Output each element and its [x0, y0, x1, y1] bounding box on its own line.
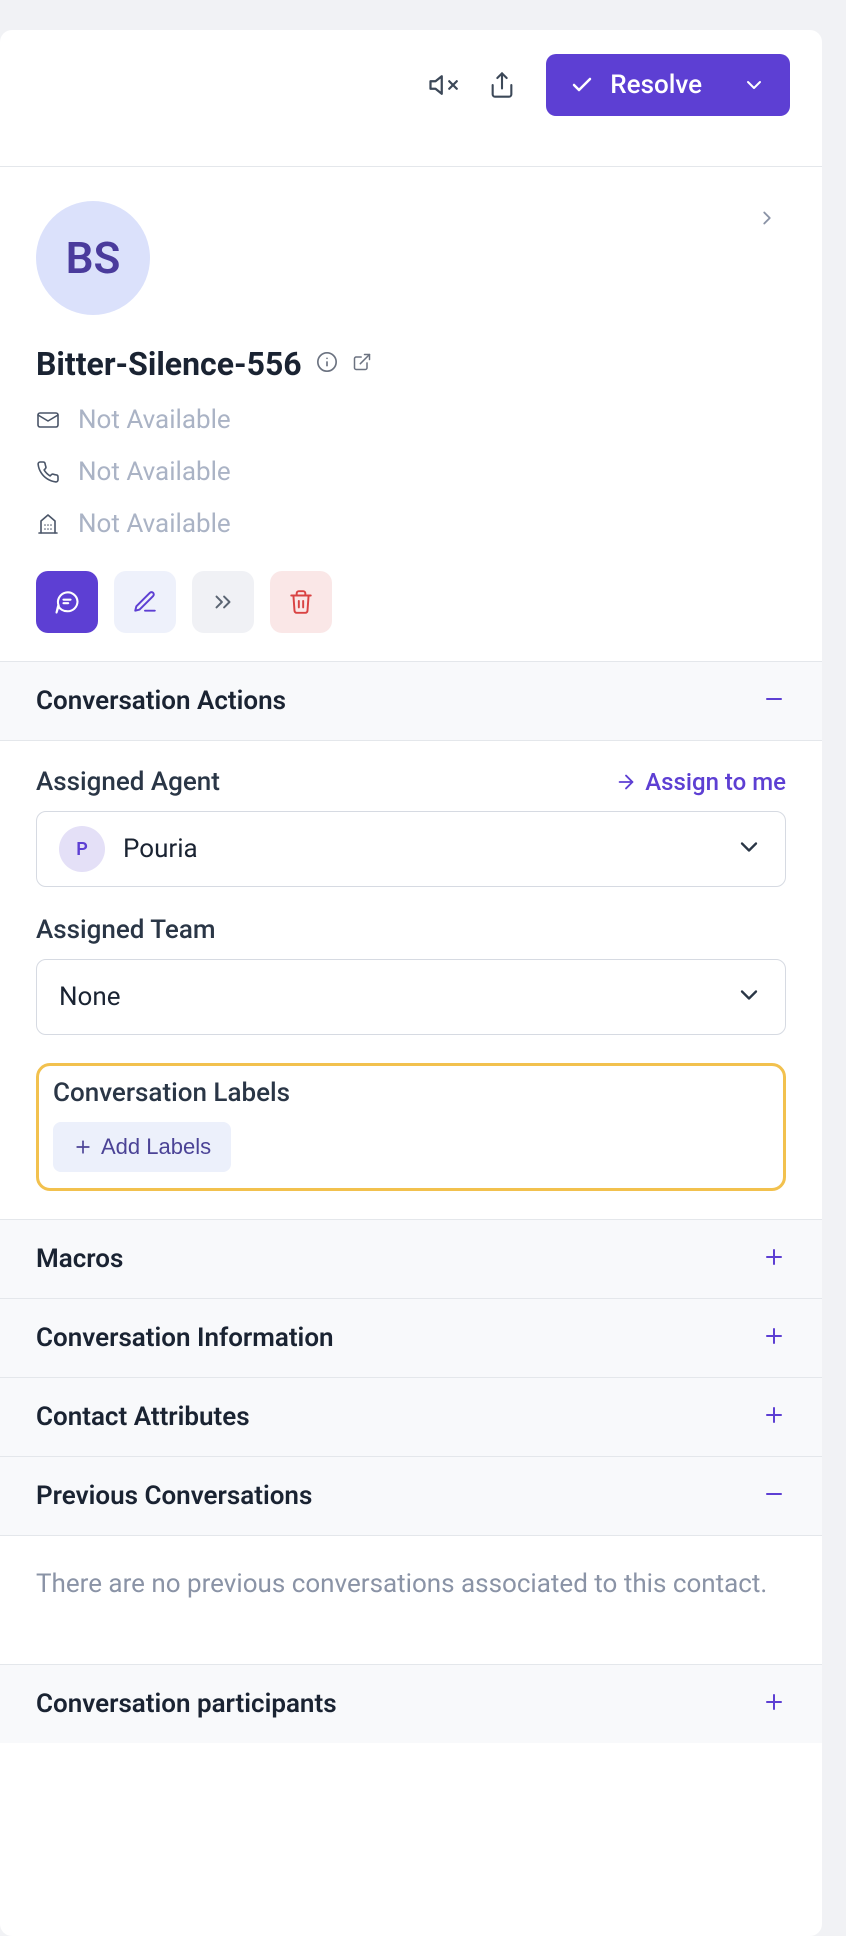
agent-avatar: P: [59, 826, 105, 872]
resolve-dropdown[interactable]: [730, 73, 790, 97]
contact-name: Bitter-Silence-556: [36, 345, 302, 383]
chevron-down-icon: [742, 73, 766, 97]
macros-section[interactable]: Macros: [0, 1219, 822, 1298]
phone-icon: [36, 460, 60, 484]
merge-contact-button[interactable]: [192, 571, 254, 633]
assigned-agent-select[interactable]: P Pouria: [36, 811, 786, 887]
plus-icon: [73, 1137, 93, 1157]
minus-icon: [762, 687, 786, 715]
resolve-button[interactable]: Resolve: [546, 54, 790, 116]
assigned-team-select[interactable]: None: [36, 959, 786, 1035]
plus-icon: [762, 1324, 786, 1352]
contact-email: Not Available: [78, 405, 231, 435]
minus-icon: [762, 1482, 786, 1510]
chat-icon: [53, 588, 81, 616]
previous-conversations-empty: There are no previous conversations asso…: [0, 1536, 822, 1664]
contact-company: Not Available: [78, 509, 231, 539]
chevron-down-icon: [735, 981, 763, 1013]
plus-icon: [762, 1690, 786, 1718]
external-link-icon[interactable]: [352, 352, 372, 376]
double-arrow-icon: [210, 589, 236, 615]
conversation-participants-section[interactable]: Conversation participants: [0, 1664, 822, 1743]
resolve-label: Resolve: [610, 70, 702, 100]
conversation-labels-area: Conversation Labels Add Labels: [36, 1063, 786, 1191]
share-icon[interactable]: [488, 71, 516, 99]
building-icon: [36, 512, 60, 536]
assigned-team-label: Assigned Team: [36, 915, 216, 945]
chevron-down-icon: [735, 833, 763, 865]
info-icon[interactable]: [316, 351, 338, 377]
add-labels-button[interactable]: Add Labels: [53, 1122, 231, 1172]
new-conversation-button[interactable]: [36, 571, 98, 633]
conversation-labels-title: Conversation Labels: [53, 1078, 769, 1108]
contact-avatar: BS: [36, 201, 150, 315]
edit-contact-button[interactable]: [114, 571, 176, 633]
assign-to-me-link[interactable]: Assign to me: [615, 768, 786, 796]
conversation-information-section[interactable]: Conversation Information: [0, 1298, 822, 1377]
delete-contact-button[interactable]: [270, 571, 332, 633]
contact-attributes-section[interactable]: Contact Attributes: [0, 1377, 822, 1456]
previous-conversations-section[interactable]: Previous Conversations: [0, 1456, 822, 1536]
trash-icon: [288, 589, 314, 615]
plus-icon: [762, 1403, 786, 1431]
expand-chevron-icon[interactable]: [756, 207, 778, 233]
pencil-icon: [132, 589, 158, 615]
mail-icon: [36, 408, 60, 432]
agent-value: Pouria: [123, 834, 198, 864]
check-icon: [570, 73, 594, 97]
team-value: None: [59, 982, 121, 1012]
mute-icon[interactable]: [428, 70, 458, 100]
assigned-agent-label: Assigned Agent: [36, 767, 220, 797]
plus-icon: [762, 1245, 786, 1273]
contact-phone: Not Available: [78, 457, 231, 487]
conversation-actions-header[interactable]: Conversation Actions: [0, 661, 822, 741]
arrow-right-icon: [615, 771, 637, 793]
